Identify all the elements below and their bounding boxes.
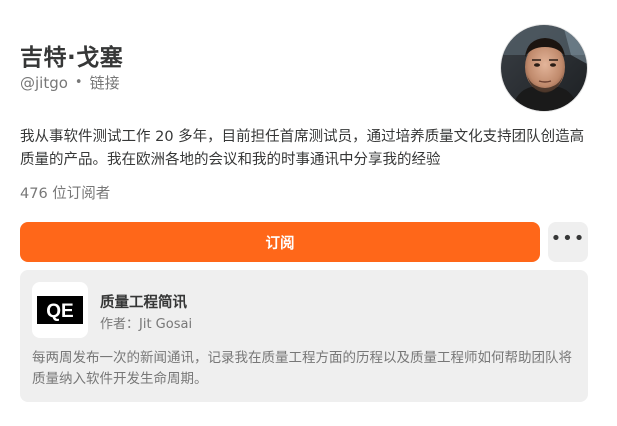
avatar-photo — [501, 25, 587, 111]
meta-separator: • — [74, 75, 83, 90]
links-link[interactable]: 链接 — [90, 72, 120, 93]
qe-logo-mark: QE — [37, 296, 83, 324]
more-options-button[interactable]: ••• — [548, 222, 588, 262]
publication-card[interactable]: QE 质量工程简讯 作者：Jit Gosai 每两周发布一次的新闻通讯，记录我在… — [20, 270, 588, 402]
publication-description: 每两周发布一次的新闻通讯，记录我在质量工程方面的历程以及质量工程师如何帮助团队将… — [32, 350, 572, 387]
subscribe-button[interactable]: 订阅 — [20, 222, 540, 262]
ellipsis-icon: ••• — [550, 228, 586, 249]
publication-title[interactable]: 质量工程简讯 — [100, 291, 187, 312]
logo-text: QE — [46, 301, 73, 322]
profile-bio: 我从事软件测试工作 20 多年，目前担任首席测试员，通过培养质量文化支持团队创造… — [20, 129, 585, 168]
avatar — [500, 24, 588, 112]
profile-handle: @jitgo — [20, 73, 68, 92]
profile-meta: @jitgo • 链接 — [20, 72, 120, 93]
subscriber-count: 476 位订阅者 — [20, 186, 111, 202]
publication-author: 作者：Jit Gosai — [100, 317, 193, 332]
profile-name: 吉特·戈塞 — [20, 45, 124, 71]
publication-logo: QE — [32, 282, 88, 338]
qe-logo-icon: QE — [37, 296, 83, 324]
